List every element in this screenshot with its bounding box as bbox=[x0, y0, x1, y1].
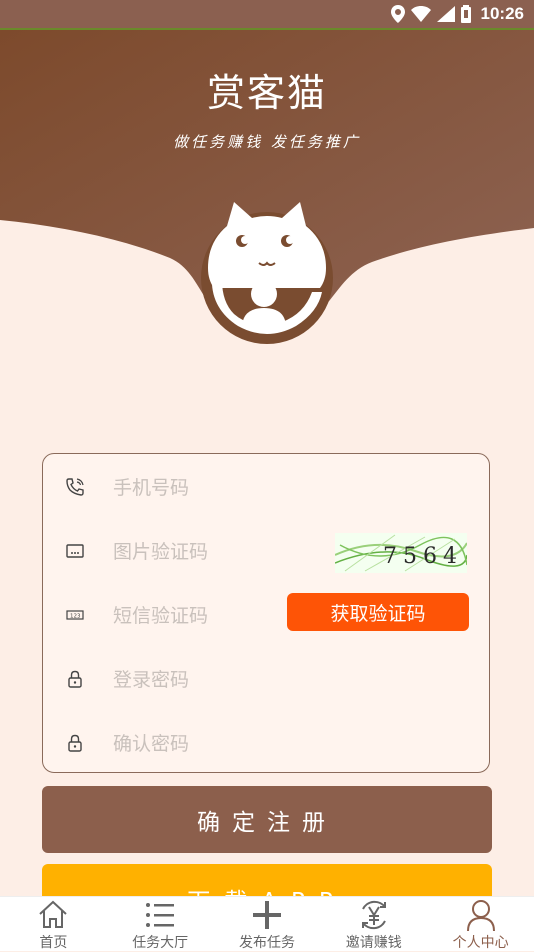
captcha-input[interactable] bbox=[111, 536, 335, 568]
status-bar: 10:26 bbox=[0, 0, 534, 30]
app-title: 赏客猫 bbox=[206, 71, 327, 115]
captcha-row: 7564 bbox=[43, 521, 491, 581]
nav-label: 个人中心 bbox=[452, 935, 509, 951]
status-time: 10:26 bbox=[480, 4, 524, 23]
battery-icon bbox=[460, 5, 471, 23]
phone-input[interactable] bbox=[111, 472, 335, 504]
svg-text:123: 123 bbox=[70, 614, 81, 620]
confirm-password-input[interactable] bbox=[111, 728, 335, 760]
app-slogan: 做任务赚钱 发任务推广 bbox=[173, 133, 361, 151]
nav-item-tasks[interactable]: 任务大厅 bbox=[107, 897, 214, 951]
person-icon bbox=[466, 900, 495, 931]
lock-icon bbox=[68, 734, 82, 752]
nav-item-invite[interactable]: 邀请赚钱 bbox=[320, 897, 427, 951]
location-icon bbox=[390, 5, 405, 23]
nav-label: 邀请赚钱 bbox=[345, 935, 402, 951]
nav-label: 发布任务 bbox=[238, 935, 295, 951]
nav-label: 任务大厅 bbox=[132, 935, 189, 951]
image-code-icon bbox=[66, 544, 84, 558]
list-icon bbox=[146, 903, 175, 927]
status-icons: 10:26 bbox=[390, 3, 524, 25]
yen-icon bbox=[361, 900, 386, 930]
cat-logo bbox=[201, 202, 333, 344]
phone-icon bbox=[66, 478, 84, 496]
captcha-text: 7564 bbox=[383, 544, 463, 569]
nav-label: 首页 bbox=[39, 935, 68, 951]
captcha-image[interactable]: 7564 bbox=[335, 533, 467, 573]
bottom-nav: 首页 任务大厅 发布任务 邀请赚钱 个人中心 bbox=[0, 896, 534, 951]
nav-item-publish[interactable]: 发布任务 bbox=[214, 897, 321, 951]
home-icon bbox=[39, 900, 68, 928]
register-button[interactable]: 确定注册 bbox=[42, 786, 492, 853]
register-form: 7564 123 获取验证码 bbox=[42, 453, 490, 773]
get-code-button[interactable]: 获取验证码 bbox=[287, 593, 469, 631]
sms-code-icon: 123 bbox=[66, 610, 84, 620]
sms-row: 123 获取验证码 bbox=[43, 585, 491, 645]
confirm-row bbox=[43, 713, 491, 773]
password-input[interactable] bbox=[111, 664, 335, 696]
nav-item-home[interactable]: 首页 bbox=[0, 897, 107, 951]
lock-icon bbox=[68, 670, 82, 688]
signal-icon bbox=[436, 6, 455, 22]
wifi-icon bbox=[410, 6, 431, 22]
plus-icon bbox=[252, 901, 281, 929]
password-row bbox=[43, 649, 491, 709]
phone-row bbox=[43, 457, 491, 517]
nav-item-profile[interactable]: 个人中心 bbox=[427, 897, 534, 951]
